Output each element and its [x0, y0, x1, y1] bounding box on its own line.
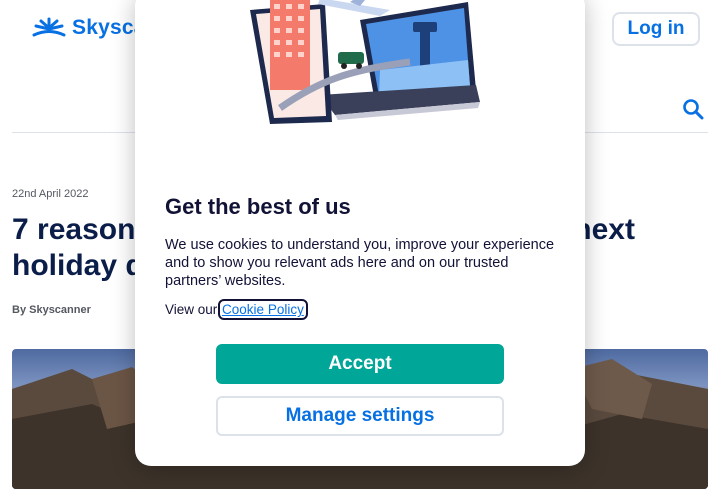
dialog-title: Get the best of us: [165, 194, 351, 219]
cookie-consent-dialog: Get the best of us We use cookies to und…: [135, 0, 585, 466]
manage-settings-button[interactable]: Manage settings: [216, 396, 504, 436]
accept-button[interactable]: Accept: [216, 344, 504, 384]
cookie-policy-link[interactable]: Cookie Policy: [218, 299, 308, 320]
dialog-body: We use cookies to understand you, improv…: [165, 237, 555, 289]
policy-prefix: View our: [165, 302, 218, 317]
cookie-policy-line: View our Cookie Policy: [165, 299, 308, 320]
travel-laptop-illustration: [250, 0, 480, 124]
